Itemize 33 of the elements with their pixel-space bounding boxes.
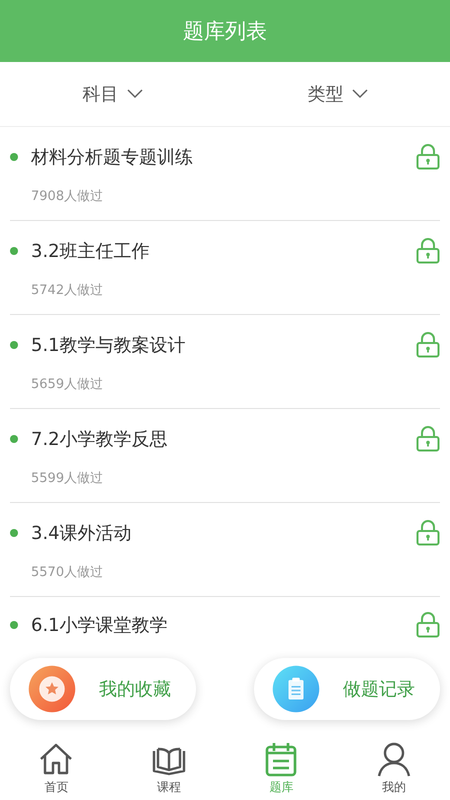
- item-title: 6.1小学课堂教学: [31, 614, 169, 637]
- list-item[interactable]: 6.1小学课堂教学: [10, 597, 440, 653]
- bullet-dot: [10, 435, 18, 443]
- clipboard-icon: [272, 665, 320, 713]
- list-item[interactable]: 7.2小学教学反思 5599人做过: [10, 409, 440, 503]
- done-count: 5742人做过: [30, 282, 104, 299]
- done-count: 5599人做过: [30, 470, 104, 487]
- item-title: 7.2小学教学反思: [31, 428, 169, 451]
- chevron-down-icon: [352, 89, 368, 99]
- bullet-dot: [10, 153, 18, 161]
- list-item[interactable]: 3.4课外活动 5570人做过: [10, 503, 440, 597]
- filter-dropdown[interactable]: 类型: [225, 62, 450, 126]
- tab-item[interactable]: 课程: [112, 736, 225, 800]
- list-item[interactable]: 3.2班主任工作 5742人做过: [10, 221, 440, 315]
- bullet-dot: [10, 529, 18, 537]
- item-title: 3.4课外活动: [31, 522, 133, 545]
- filter-dropdown[interactable]: 科目: [0, 62, 225, 126]
- bullet-dot: [10, 247, 18, 255]
- tab-item[interactable]: 我的: [338, 736, 450, 800]
- item-title: 材料分析题专题训练: [31, 146, 194, 169]
- list-item[interactable]: 材料分析题专题训练 7908人做过: [10, 127, 440, 221]
- page-title: 题库列表: [183, 18, 267, 45]
- done-count: 5659人做过: [30, 376, 104, 393]
- item-title: 5.1教学与教案设计: [31, 334, 187, 357]
- star-badge-icon: [28, 665, 76, 713]
- item-title: 3.2班主任工作: [31, 240, 151, 263]
- bullet-dot: [10, 341, 18, 349]
- bullet-dot: [10, 621, 18, 629]
- done-count: 5570人做过: [30, 564, 104, 581]
- done-count: 7908人做过: [30, 188, 104, 205]
- tab-item[interactable]: 首页: [0, 736, 112, 800]
- list-item[interactable]: 5.1教学与教案设计 5659人做过: [10, 315, 440, 409]
- chevron-down-icon: [126, 89, 142, 99]
